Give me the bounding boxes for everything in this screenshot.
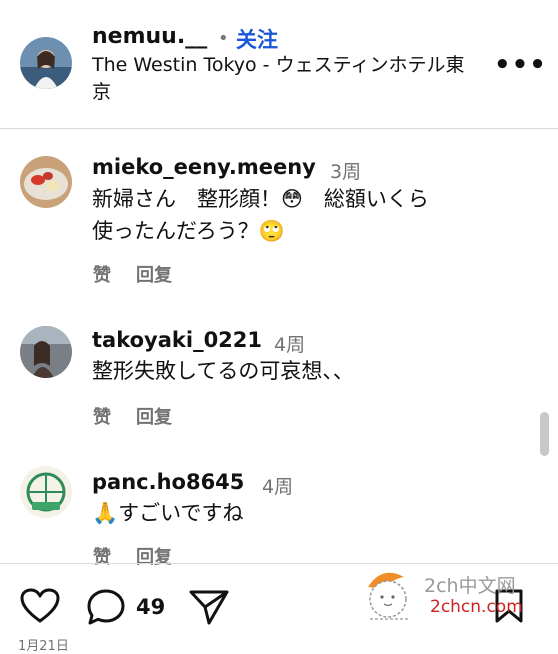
heart-icon[interactable] bbox=[20, 588, 60, 628]
post-author-username[interactable]: nemuu.__ bbox=[92, 24, 207, 49]
comment-text-line-2: 使ったんだろう？🙄 bbox=[92, 219, 285, 243]
comment-username[interactable]: mieko_eeny.meeny bbox=[92, 155, 316, 179]
post-header: nemuu.__ • 关注 The Westin Tokyo - ウェスティンホ… bbox=[0, 0, 558, 128]
avatar-image bbox=[20, 466, 72, 518]
avatar-image bbox=[20, 326, 72, 378]
watermark-url: 2chcn.com bbox=[430, 597, 523, 617]
comment-avatar[interactable] bbox=[20, 466, 72, 518]
comment-timestamp: 4周 bbox=[274, 334, 306, 356]
comments-scrollbar[interactable] bbox=[540, 412, 549, 456]
reply-comment-button[interactable]: 回复 bbox=[136, 403, 172, 429]
follow-button[interactable]: 关注 bbox=[236, 24, 278, 54]
like-comment-button[interactable]: 赞 bbox=[93, 403, 111, 429]
header-divider bbox=[0, 128, 558, 129]
reply-comment-button[interactable]: 回复 bbox=[136, 261, 172, 287]
more-options-icon[interactable]: ••• bbox=[494, 50, 547, 80]
post-author-avatar[interactable] bbox=[20, 37, 72, 89]
comment-count: 49 bbox=[136, 595, 166, 619]
comment-username[interactable]: takoyaki_0221 bbox=[92, 328, 262, 352]
post-location[interactable]: The Westin Tokyo - ウェスティンホテル東京 bbox=[92, 52, 482, 106]
watermark-mascot-icon bbox=[368, 572, 408, 620]
reply-comment-button[interactable]: 回复 bbox=[136, 543, 172, 569]
comment-icon[interactable] bbox=[86, 588, 126, 630]
comment-text-line-1: 🙏すごいですね bbox=[92, 501, 244, 525]
watermark-logo: 2ch中文网 2chcn.com bbox=[362, 565, 532, 635]
watermark-text: 2ch中文网 bbox=[424, 575, 516, 597]
comment-username[interactable]: panc.ho8645 bbox=[92, 470, 244, 494]
separator-dot: • bbox=[218, 28, 229, 49]
avatar-image bbox=[20, 156, 72, 208]
like-comment-button[interactable]: 赞 bbox=[93, 261, 111, 287]
comment-avatar[interactable] bbox=[20, 326, 72, 378]
footer-divider bbox=[0, 563, 558, 564]
comment-text-line-1: 整形失敗してるの可哀想、、 bbox=[92, 359, 354, 383]
comment-text-line-1: 新婦さん 整形顔！😳 総額いくら bbox=[92, 187, 429, 211]
avatar-image bbox=[20, 37, 72, 89]
send-icon[interactable] bbox=[188, 588, 230, 630]
comment-timestamp: 4周 bbox=[262, 476, 294, 498]
like-comment-button[interactable]: 赞 bbox=[93, 543, 111, 569]
comment-avatar[interactable] bbox=[20, 156, 72, 208]
comment-timestamp: 3周 bbox=[330, 161, 362, 183]
